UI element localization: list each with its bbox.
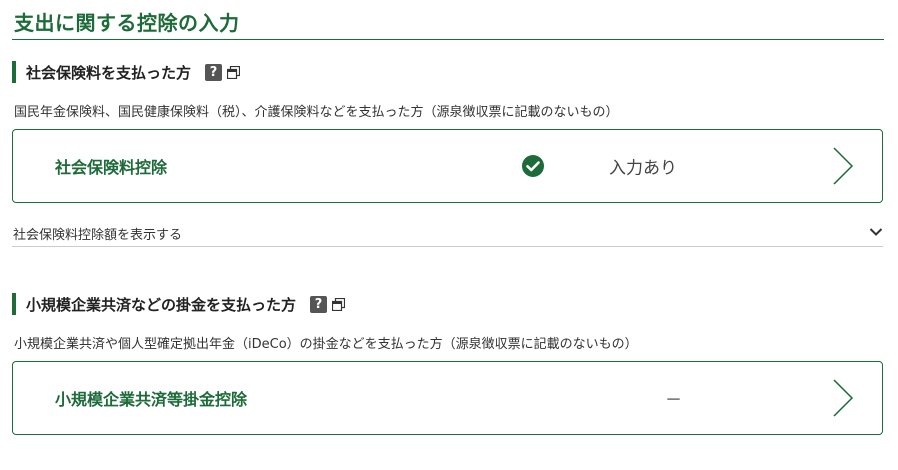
heading-accent-bar [12, 293, 16, 315]
help-icon[interactable]: ? [205, 63, 223, 81]
chevron-right-icon [833, 147, 854, 185]
popout-icon[interactable] [332, 297, 346, 311]
deduction-amount-expander[interactable]: 社会保険料控除額を表示する [12, 218, 883, 247]
popout-icon[interactable] [227, 65, 241, 79]
section-heading-label: 小規模企業共済などの掛金を支払った方 [26, 295, 297, 314]
card-status: － [665, 390, 682, 411]
page-title: 支出に関する控除の入力 [14, 11, 240, 35]
heading-accent-bar [12, 61, 16, 83]
help-icon[interactable]: ? [310, 295, 328, 313]
small-business-mutual-aid-deduction-card[interactable]: 小規模企業共済等掛金控除 － [12, 361, 883, 435]
social-insurance-deduction-card[interactable]: 社会保険料控除 入力あり [12, 129, 883, 203]
card-title: 社会保険料控除 [55, 158, 168, 177]
section-description: 小規模企業共済や個人型確定拠出年金（iDeCo）の掛金などを支払った方（源泉徴収… [14, 337, 638, 352]
section-description: 国民年金保険料、国民健康保険料（税）、介護保険料などを支払った方（源泉徴収票に記… [14, 105, 619, 120]
section-heading-social-insurance: 社会保険料を支払った方 ? [12, 61, 241, 83]
card-status: 入力あり [609, 158, 677, 179]
section-heading-label: 社会保険料を支払った方 [26, 63, 192, 82]
expander-label: 社会保険料控除額を表示する [13, 228, 183, 243]
check-circle-icon [522, 155, 544, 177]
chevron-down-icon [869, 228, 883, 236]
chevron-right-icon [833, 379, 854, 417]
section-heading-small-business-mutual-aid: 小規模企業共済などの掛金を支払った方 ? [12, 293, 346, 315]
card-title: 小規模企業共済等掛金控除 [55, 390, 248, 409]
title-divider [12, 39, 884, 40]
